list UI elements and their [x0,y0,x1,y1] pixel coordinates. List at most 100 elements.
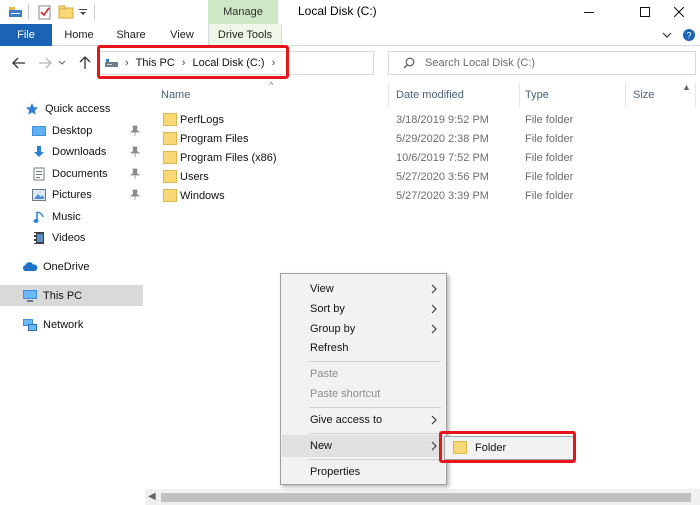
column-header-size[interactable]: Size [633,80,654,110]
network-icon [22,317,38,333]
nav-item-onedrive[interactable]: OneDrive [0,256,143,277]
menu-item-label: Give access to [310,414,383,426]
tab-view[interactable]: View [162,24,202,46]
title-bar: Manage Local Disk (C:) [0,0,700,24]
file-row[interactable]: Windows 5/27/2020 3:39 PM File folder [145,187,700,206]
folder-highlight-box [439,431,576,463]
cloud-icon [22,259,38,275]
menu-item-label: Paste [310,368,339,380]
menu-item-sort-by[interactable]: Sort by [282,298,445,320]
nav-label: Desktop [52,124,93,137]
menu-item-view[interactable]: View [282,278,445,300]
file-date: 5/29/2020 2:38 PM [396,133,489,145]
nav-label: Pictures [52,188,92,201]
file-row[interactable]: PerfLogs 3/18/2019 9:52 PM File folder [145,111,700,130]
search-placeholder: Search Local Disk (C:) [425,57,536,69]
menu-item-new[interactable]: New [282,435,445,457]
scrollbar-thumb[interactable] [161,493,691,502]
scroll-left-icon[interactable]: ◀ [148,491,156,502]
ribbon-tabs: File Home Share View Drive Tools ? [0,24,700,46]
horizontal-scrollbar[interactable]: ◀ [145,489,700,505]
nav-item-this-pc[interactable]: This PC [0,285,143,306]
sort-ascending-icon: ^ [269,80,274,90]
nav-item-music[interactable]: Music [0,206,143,227]
chevron-right-icon [431,304,437,314]
video-icon [31,230,47,246]
desktop-icon [31,123,47,139]
file-name: Program Files [180,133,249,145]
nav-item-videos[interactable]: Videos [0,227,143,248]
column-header-date[interactable]: Date modified [396,80,464,110]
file-name: Users [180,171,209,183]
menu-item-paste[interactable]: Paste [282,363,445,385]
chevron-right-icon [431,415,437,425]
nav-item-network[interactable]: Network [0,314,143,335]
up-button[interactable] [76,54,94,72]
chevron-right-icon [431,324,437,334]
nav-item-documents[interactable]: Documents [0,163,143,184]
menu-item-label: View [310,283,334,295]
chevron-right-icon [431,441,437,451]
nav-item-desktop[interactable]: Desktop [0,120,143,141]
file-type: File folder [525,114,574,126]
context-menu: View Sort by Group by Refresh Paste Past… [280,273,447,485]
column-header-name[interactable]: Name [161,80,190,110]
scroll-up-icon[interactable]: ▲ [682,82,691,92]
explorer-icon[interactable] [8,4,24,20]
chevron-down-icon [662,32,672,38]
folder-icon [163,113,177,126]
help-button[interactable]: ? [680,24,698,46]
address-highlight-box [97,45,289,79]
file-row[interactable]: Program Files (x86) 10/6/2019 7:52 PM Fi… [145,149,700,168]
star-icon [24,101,40,117]
menu-item-paste-shortcut[interactable]: Paste shortcut [282,383,445,405]
column-divider[interactable] [695,83,696,107]
new-folder-icon[interactable] [58,4,74,20]
tab-home[interactable]: Home [58,24,100,46]
pin-icon [130,168,140,179]
arrow-up-icon [79,56,91,69]
column-divider[interactable] [519,83,520,107]
nav-item-pictures[interactable]: Pictures [0,184,143,205]
file-row[interactable]: Users 5/27/2020 3:56 PM File folder [145,168,700,187]
close-icon [674,7,684,17]
file-row[interactable]: Program Files 5/29/2020 2:38 PM File fol… [145,130,700,149]
nav-item-quick-access[interactable]: Quick access [0,98,143,119]
properties-icon[interactable] [37,4,53,20]
computer-icon [22,288,38,304]
tab-file[interactable]: File [0,24,52,46]
forward-button[interactable] [36,54,54,72]
close-button[interactable] [656,0,700,24]
search-icon [403,57,415,69]
column-header-type[interactable]: Type [525,80,549,110]
tab-manage[interactable]: Manage [208,0,278,24]
customize-toolbar-icon[interactable] [78,4,88,20]
minimize-button[interactable] [566,0,612,24]
nav-item-downloads[interactable]: Downloads [0,141,143,162]
back-button[interactable] [10,54,28,72]
maximize-icon [640,7,650,17]
file-type: File folder [525,133,574,145]
folder-icon [163,189,177,202]
menu-item-label: Refresh [310,342,349,354]
menu-item-properties[interactable]: Properties [282,461,445,483]
pin-icon [130,146,140,157]
tab-share[interactable]: Share [110,24,152,46]
menu-item-label: New [310,440,333,452]
column-divider[interactable] [625,83,626,107]
column-divider[interactable] [388,83,389,107]
folder-icon [163,170,177,183]
tab-drive-tools[interactable]: Drive Tools [208,24,282,46]
search-box[interactable]: Search Local Disk (C:) [388,51,696,75]
menu-item-give-access-to[interactable]: Give access to [282,409,445,431]
nav-label: Downloads [52,145,107,158]
recent-locations-button[interactable] [56,54,68,72]
toolbar-divider [94,4,95,20]
navigation-pane: Quick access Desktop Downloads Documents… [0,80,145,505]
menu-separator [309,459,441,460]
help-icon: ? [683,29,695,41]
menu-item-refresh[interactable]: Refresh [282,337,445,359]
file-type: File folder [525,152,574,164]
file-type: File folder [525,171,574,183]
expand-ribbon-button[interactable] [658,24,676,46]
